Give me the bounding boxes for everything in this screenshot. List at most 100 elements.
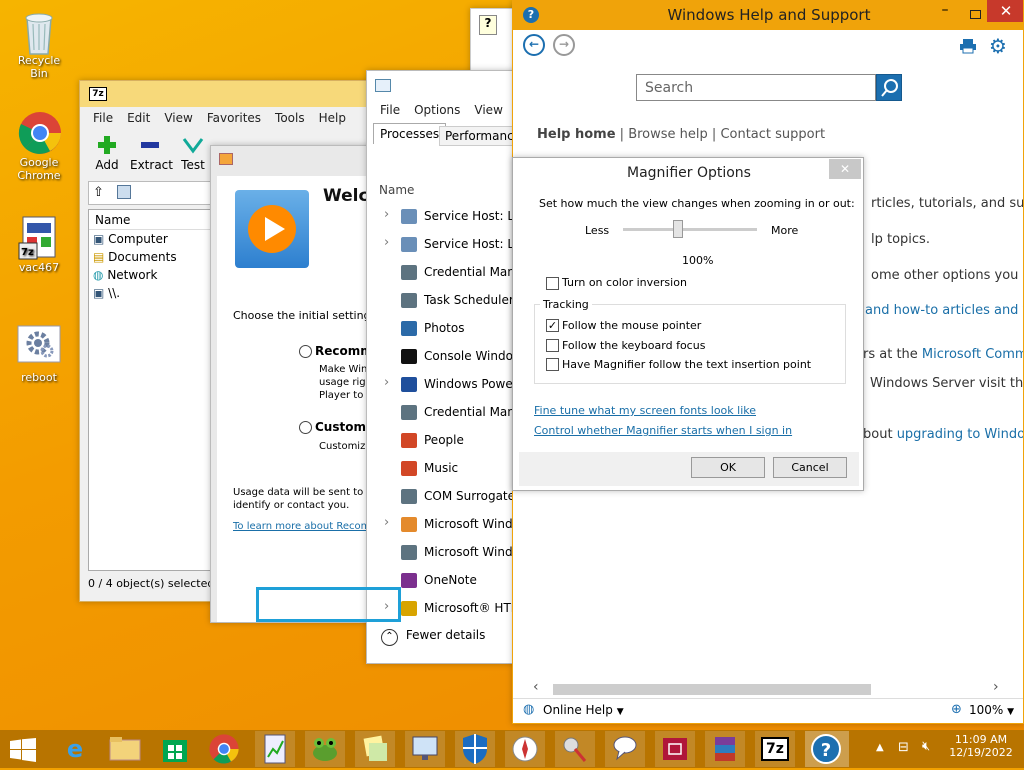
browse-help-link[interactable]: Browse help	[628, 127, 708, 142]
process-row[interactable]: Microsoft Windo	[367, 539, 523, 567]
zoom-slider[interactable]	[623, 220, 757, 240]
slider-thumb[interactable]	[672, 220, 683, 238]
fine-tune-fonts-link[interactable]: Fine tune what my screen fonts look like	[534, 404, 756, 417]
learn-more-link[interactable]: To learn more about Recomm	[233, 521, 380, 532]
menu-file[interactable]: File	[373, 103, 407, 117]
menu-tools[interactable]: Tools	[268, 111, 312, 125]
vac467-shortcut[interactable]: 7z vac467	[8, 215, 70, 274]
taskbar-defender[interactable]	[455, 731, 495, 767]
fewer-details-button[interactable]: ⌃ Fewer details	[381, 628, 485, 646]
recycle-bin[interactable]: Recycle Bin	[8, 8, 70, 80]
contact-support-link[interactable]: Contact support	[720, 127, 825, 142]
menu-help[interactable]: Help	[312, 111, 353, 125]
minimize-button[interactable]: –	[931, 2, 959, 26]
process-row[interactable]: Credential Manag	[367, 399, 523, 427]
process-row[interactable]: › Microsoft Windo	[367, 511, 523, 539]
process-row[interactable]: › Windows PowerS	[367, 371, 523, 399]
process-row[interactable]: COM Surrogate (	[367, 483, 523, 511]
task-manager-window[interactable]: File Options View Processes Performance Na…	[366, 70, 524, 664]
menu-edit[interactable]: Edit	[120, 111, 157, 125]
list-item[interactable]: ▣ \\.	[89, 284, 217, 302]
taskbar-ie[interactable]: e	[56, 732, 94, 766]
menu-file[interactable]: File	[86, 111, 120, 125]
volume-muted-icon[interactable]: 🔇︎	[922, 739, 930, 754]
process-row[interactable]: › Service Host: Loc	[367, 231, 523, 259]
magnifier-close-button[interactable]: ✕	[829, 159, 861, 179]
process-row[interactable]: Console Window	[367, 343, 523, 371]
magnifier-startup-link[interactable]: Control whether Magnifier starts when I …	[534, 424, 792, 437]
process-row[interactable]: People	[367, 427, 523, 455]
expand-chevron-icon[interactable]: ›	[384, 235, 389, 250]
taskbar-winrar[interactable]	[705, 731, 745, 767]
ok-button[interactable]: OK	[691, 457, 765, 478]
color-inversion-checkbox[interactable]	[546, 277, 559, 290]
network-tray-icon[interactable]: ⊟	[898, 740, 909, 755]
menu-view[interactable]: View	[467, 103, 509, 117]
recommended-radio[interactable]	[299, 345, 312, 358]
process-row[interactable]: Music	[367, 455, 523, 483]
taskbar-media[interactable]	[655, 731, 695, 767]
cancel-button[interactable]: Cancel	[773, 457, 847, 478]
print-icon[interactable]	[959, 38, 977, 57]
back-button[interactable]: ←	[523, 34, 545, 56]
expand-chevron-icon[interactable]: ›	[384, 207, 389, 222]
maximize-button[interactable]	[961, 2, 989, 26]
microsoft-community-link[interactable]: Microsoft Commu	[922, 347, 1023, 362]
follow-text-checkbox[interactable]	[546, 358, 559, 371]
list-item[interactable]: ▤ Documents	[89, 248, 217, 266]
wmp-setup-window[interactable]: Welcome Choose the initial settings f Re…	[210, 145, 390, 623]
magnifier-options-dialog[interactable]: Magnifier Options ✕ Set how much the vie…	[512, 157, 864, 491]
start-button[interactable]	[10, 738, 36, 765]
clock[interactable]: 11:09 AM 12/19/2022	[946, 733, 1016, 759]
help-home-link[interactable]: Help home	[537, 127, 616, 142]
close-button[interactable]: ✕	[987, 0, 1023, 22]
help-search-button[interactable]	[876, 74, 902, 101]
taskbar-help[interactable]: ?	[805, 731, 849, 767]
tab-processes[interactable]: Processes	[373, 123, 447, 144]
taskbar-tools[interactable]	[555, 731, 595, 767]
help-hscrollbar[interactable]: ‹ ›	[527, 679, 1009, 696]
help-titlebar[interactable]: ? Windows Help and Support – ✕	[513, 0, 1023, 30]
test-button[interactable]: Test	[176, 135, 210, 172]
zoom-control[interactable]: 100% ▼	[969, 703, 1014, 717]
magnifier-titlebar[interactable]: Magnifier Options ✕	[513, 158, 863, 188]
follow-mouse-checkbox[interactable]: ✓	[546, 319, 559, 332]
column-header-name[interactable]: Name	[89, 210, 217, 230]
taskbar-store[interactable]	[160, 734, 192, 764]
up-folder-icon[interactable]: ⇧	[93, 185, 104, 200]
reboot-shortcut[interactable]: reboot	[8, 325, 70, 384]
custom-radio[interactable]	[299, 421, 312, 434]
taskbar-chat[interactable]	[605, 731, 645, 767]
menu-view[interactable]: View	[157, 111, 199, 125]
help-search-input[interactable]: Search	[636, 74, 876, 101]
chrome-shortcut[interactable]: Google Chrome	[8, 110, 70, 182]
list-item[interactable]: ▣ Computer	[89, 230, 217, 248]
forward-button[interactable]: →	[553, 34, 575, 56]
help-line-4[interactable]: and how-to articles and vi	[865, 303, 1023, 318]
taskbar-remote[interactable]	[405, 731, 445, 767]
extract-button[interactable]: Extract	[130, 135, 173, 172]
scroll-left-icon[interactable]: ‹	[533, 679, 539, 695]
taskbar-frog[interactable]	[305, 731, 345, 767]
scroll-right-icon[interactable]: ›	[993, 679, 999, 695]
sevenzip-titlebar[interactable]: 7z	[80, 81, 378, 107]
taskbar-compass[interactable]	[505, 731, 545, 767]
process-row[interactable]: Task Scheduler E	[367, 287, 523, 315]
expand-chevron-icon[interactable]: ›	[384, 515, 389, 530]
menu-options[interactable]: Options	[407, 103, 467, 117]
follow-keyboard-checkbox[interactable]	[546, 339, 559, 352]
upgrading-link[interactable]: upgrading to Window	[897, 427, 1023, 442]
taskbar-notepad[interactable]	[255, 731, 295, 767]
online-help-button[interactable]: Online Help ▼	[543, 703, 624, 717]
sevenzip-filelist[interactable]: Name ▣ Computer ▤ Documents ◍ Network ▣ …	[88, 209, 218, 571]
taskmgr-column-name[interactable]: Name	[379, 183, 414, 197]
taskbar-explorer[interactable]	[108, 734, 146, 764]
menu-favorites[interactable]: Favorites	[200, 111, 268, 125]
list-item[interactable]: ◍ Network	[89, 266, 217, 284]
process-row[interactable]: › Service Host: Loc	[367, 203, 523, 231]
expand-chevron-icon[interactable]: ›	[384, 375, 389, 390]
scroll-thumb[interactable]	[553, 684, 871, 695]
show-hidden-icons[interactable]: ▲	[876, 742, 884, 753]
settings-gear-icon[interactable]: ⚙	[989, 34, 1007, 58]
taskbar-chrome[interactable]	[208, 733, 240, 768]
